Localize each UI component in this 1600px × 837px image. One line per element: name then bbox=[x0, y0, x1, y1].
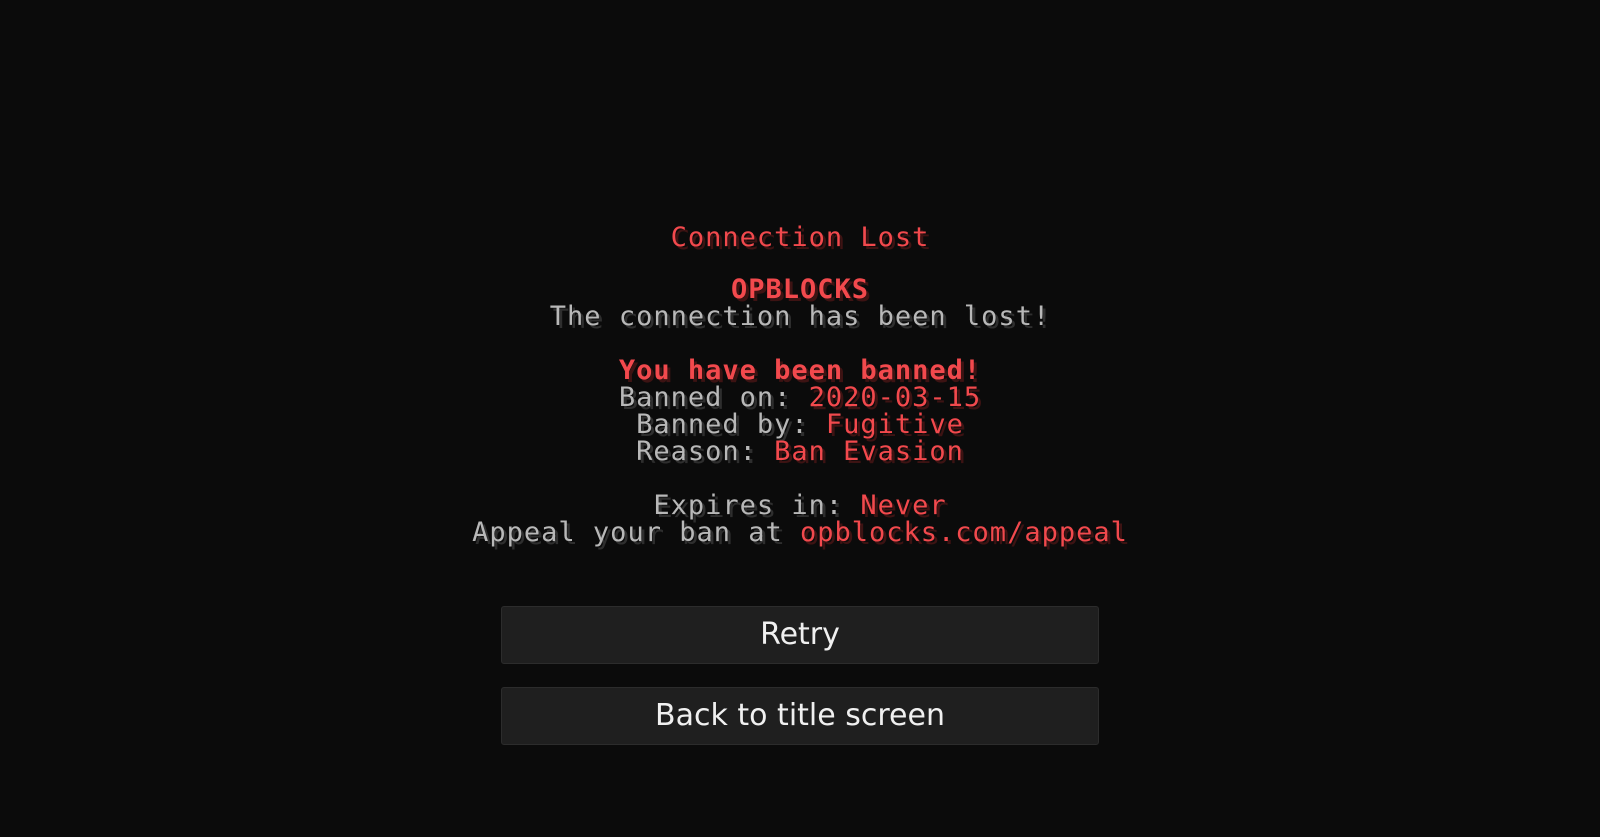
screen-title: Connection Lost bbox=[670, 222, 930, 253]
expires-row: Expires in: Never bbox=[0, 492, 1600, 519]
disconnect-screen: Connection Lost OPBLOCKS The connection … bbox=[0, 0, 1600, 837]
server-name: OPBLOCKS bbox=[730, 274, 870, 305]
appeal-label: Appeal your ban at bbox=[472, 517, 800, 548]
disconnect-message: OPBLOCKS The connection has been lost! Y… bbox=[0, 276, 1600, 546]
reason-row: Reason: Ban Evasion bbox=[0, 438, 1600, 465]
banned-on-row: Banned on: 2020-03-15 bbox=[0, 384, 1600, 411]
retry-button[interactable]: Retry bbox=[501, 606, 1099, 664]
appeal-url: opblocks.com/appeal bbox=[800, 517, 1128, 548]
appeal-row: Appeal your ban at opblocks.com/appeal bbox=[0, 519, 1600, 546]
connection-lost-text: The connection has been lost! bbox=[549, 301, 1051, 332]
banned-by-row: Banned by: Fugitive bbox=[0, 411, 1600, 438]
reason-label: Reason: bbox=[636, 436, 775, 467]
reason-value: Ban Evasion bbox=[774, 436, 964, 467]
back-to-title-button[interactable]: Back to title screen bbox=[501, 687, 1099, 745]
ban-heading: You have been banned! bbox=[618, 355, 982, 386]
